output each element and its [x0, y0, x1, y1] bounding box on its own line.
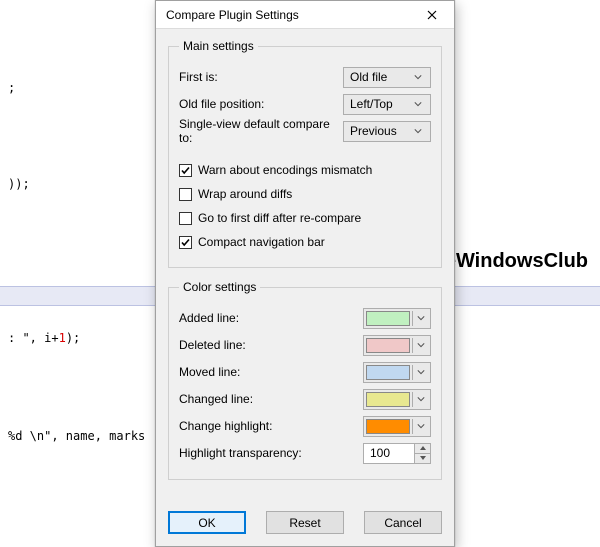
dialog-buttons: OK Reset Cancel	[156, 505, 454, 546]
main-settings-group: Main settings First is: Old file Old fil…	[168, 39, 442, 268]
deleted-line-color[interactable]	[363, 335, 431, 356]
checkbox-icon	[179, 164, 192, 177]
arrow-down-icon	[420, 456, 426, 460]
compare-settings-dialog: Compare Plugin Settings Main settings Fi…	[155, 0, 455, 547]
wrap-diffs-checkbox[interactable]: Wrap around diffs	[179, 185, 431, 203]
main-settings-legend: Main settings	[179, 39, 258, 53]
spin-down-button[interactable]	[415, 454, 430, 463]
cancel-button[interactable]: Cancel	[364, 511, 442, 534]
chevron-down-icon	[412, 392, 428, 407]
checkbox-icon	[179, 188, 192, 201]
spin-up-button[interactable]	[415, 444, 430, 454]
checkbox-icon	[179, 212, 192, 225]
arrow-up-icon	[420, 446, 426, 450]
single-view-label: Single-view default compare to:	[179, 117, 343, 145]
chevron-down-icon	[412, 419, 428, 434]
dialog-title: Compare Plugin Settings	[166, 8, 414, 22]
first-is-label: First is:	[179, 70, 343, 84]
changed-line-color[interactable]	[363, 389, 431, 410]
chevron-down-icon	[410, 127, 426, 135]
transparency-label: Highlight transparency:	[179, 446, 363, 460]
warn-encodings-checkbox[interactable]: Warn about encodings mismatch	[179, 161, 431, 179]
titlebar: Compare Plugin Settings	[156, 1, 454, 29]
checkbox-icon	[179, 236, 192, 249]
added-line-color[interactable]	[363, 308, 431, 329]
change-highlight-color[interactable]	[363, 416, 431, 437]
chevron-down-icon	[410, 73, 426, 81]
moved-line-label: Moved line:	[179, 365, 363, 379]
close-icon	[427, 10, 437, 20]
ok-button[interactable]: OK	[168, 511, 246, 534]
compact-nav-checkbox[interactable]: Compact navigation bar	[179, 233, 431, 251]
added-line-label: Added line:	[179, 311, 363, 325]
old-position-combo[interactable]: Left/Top	[343, 94, 431, 115]
old-position-label: Old file position:	[179, 97, 343, 111]
chevron-down-icon	[410, 100, 426, 108]
change-highlight-label: Change highlight:	[179, 419, 363, 433]
first-is-combo[interactable]: Old file	[343, 67, 431, 88]
chevron-down-icon	[412, 365, 428, 380]
goto-first-diff-checkbox[interactable]: Go to first diff after re-compare	[179, 209, 431, 227]
moved-line-color[interactable]	[363, 362, 431, 383]
chevron-down-icon	[412, 311, 428, 326]
color-settings-legend: Color settings	[179, 280, 260, 294]
single-view-combo[interactable]: Previous	[343, 121, 431, 142]
chevron-down-icon	[412, 338, 428, 353]
transparency-spinbox[interactable]: 100	[363, 443, 431, 464]
color-settings-group: Color settings Added line: Deleted line:…	[168, 280, 442, 480]
close-button[interactable]	[414, 1, 450, 28]
reset-button[interactable]: Reset	[266, 511, 344, 534]
deleted-line-label: Deleted line:	[179, 338, 363, 352]
changed-line-label: Changed line:	[179, 392, 363, 406]
